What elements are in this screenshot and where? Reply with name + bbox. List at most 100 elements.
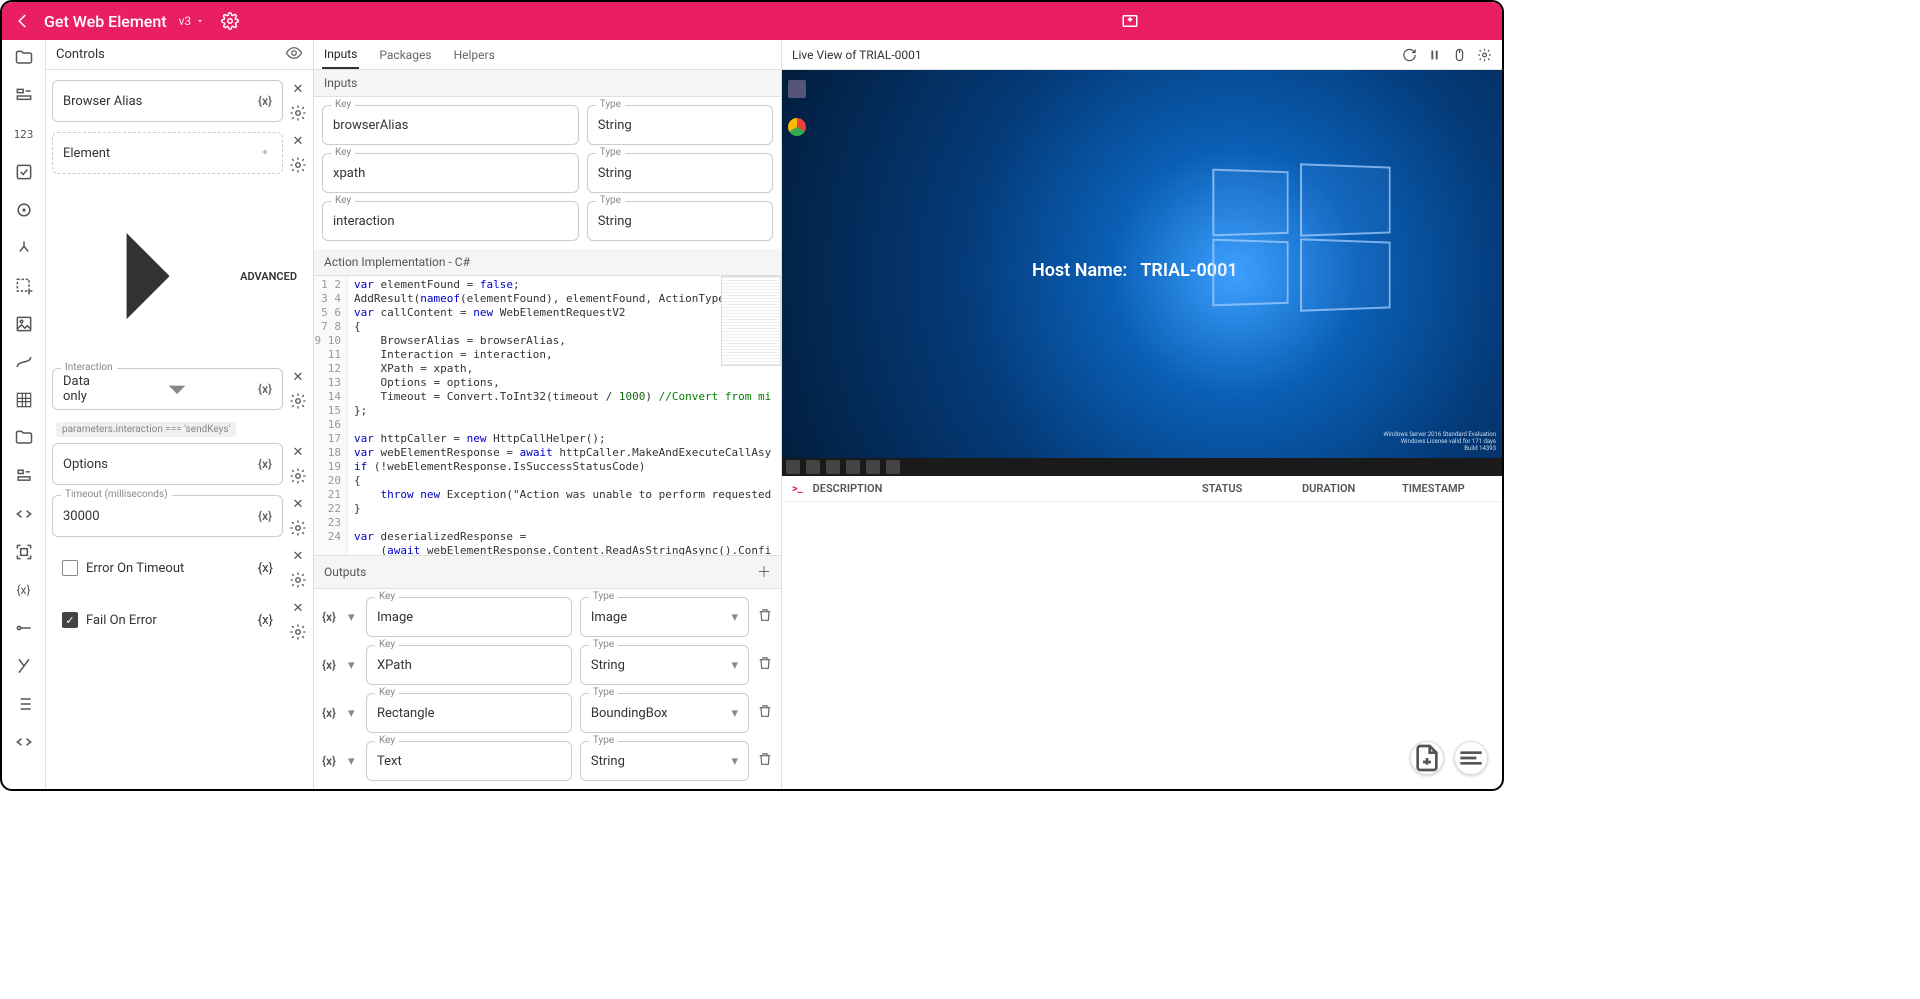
refresh-icon[interactable] <box>1402 46 1417 64</box>
timeout-field[interactable]: Timeout (milliseconds) 30000 {x} <box>52 495 283 537</box>
curve-icon[interactable] <box>14 352 34 372</box>
delete-icon[interactable] <box>757 751 773 771</box>
output-key-field[interactable]: Key Text <box>366 741 572 781</box>
variable-icon[interactable]: {x} <box>14 580 34 600</box>
target-icon[interactable] <box>14 200 34 220</box>
code-icon[interactable] <box>14 504 34 524</box>
input-key-field[interactable]: Key browserAlias <box>322 105 579 145</box>
remove-icon[interactable]: ✕ <box>289 443 307 461</box>
version-selector[interactable]: v3 <box>179 14 206 28</box>
browser-alias-field[interactable]: Browser Alias {x} <box>52 80 283 122</box>
inputs-header: Inputs <box>314 70 781 97</box>
fail-on-error-label: Fail On Error <box>86 613 157 628</box>
menu-fab[interactable] <box>1454 741 1488 775</box>
interaction-float: Interaction <box>61 362 117 373</box>
select-icon[interactable] <box>14 276 34 296</box>
gear-icon[interactable] <box>289 467 307 485</box>
topbar: Get Web Element v3 <box>2 2 1502 40</box>
remove-icon[interactable]: ✕ <box>289 495 307 513</box>
output-type-field[interactable]: Type String ▾ <box>580 741 749 781</box>
condition-hint: parameters.interaction === 'sendKeys' <box>56 422 236 437</box>
mouse-icon[interactable] <box>1452 46 1467 64</box>
checkbox-icon[interactable] <box>62 560 78 576</box>
visibility-icon[interactable] <box>285 44 303 66</box>
delete-icon[interactable] <box>757 655 773 675</box>
chevron-down-icon[interactable]: ▾ <box>731 658 738 673</box>
stack-icon[interactable] <box>14 466 34 486</box>
delete-icon[interactable] <box>757 607 773 627</box>
gear-icon[interactable] <box>289 519 307 537</box>
add-output-icon[interactable]: ＋ <box>757 562 771 582</box>
options-field[interactable]: Options {x} <box>52 443 283 485</box>
chevron-down-icon[interactable]: ▾ <box>348 610 358 625</box>
output-type-field[interactable]: Type BoundingBox ▾ <box>580 693 749 733</box>
gear-icon[interactable] <box>289 623 307 641</box>
document-fab[interactable] <box>1410 741 1444 775</box>
tab-inputs[interactable]: Inputs <box>322 41 359 69</box>
input-key-field[interactable]: Key xpath <box>322 153 579 193</box>
recycle-bin-icon <box>788 80 806 98</box>
output-type-field[interactable]: Type Image ▾ <box>580 597 749 637</box>
windows-logo <box>1232 200 1402 330</box>
gear-icon[interactable] <box>289 571 307 589</box>
fail-on-error-field[interactable]: ✓ Fail On Error {x} <box>52 604 283 636</box>
gear-icon[interactable] <box>289 104 307 122</box>
gear-icon[interactable] <box>289 392 307 410</box>
col-description: DESCRIPTION <box>813 482 883 495</box>
input-type-field[interactable]: Type String <box>587 153 773 193</box>
settings2-icon[interactable] <box>1477 46 1492 64</box>
error-on-timeout-field[interactable]: Error On Timeout {x} <box>52 552 283 584</box>
input-type-field[interactable]: Type String <box>587 105 773 145</box>
scan-icon[interactable] <box>14 542 34 562</box>
output-type-field[interactable]: Type String ▾ <box>580 645 749 685</box>
folder-icon[interactable] <box>14 48 34 68</box>
number-icon[interactable]: 123 <box>14 124 34 144</box>
remove-icon[interactable]: ✕ <box>289 547 307 565</box>
input-type-field[interactable]: Type String <box>587 201 773 241</box>
chevron-down-icon[interactable]: ▾ <box>348 658 358 673</box>
chevron-down-icon[interactable]: ▾ <box>731 754 738 769</box>
input-key-field[interactable]: Key interaction <box>322 201 579 241</box>
remove-icon[interactable]: ✕ <box>289 368 307 386</box>
variable-badge: {x} <box>258 613 273 628</box>
code-editor[interactable]: 1 2 3 4 5 6 7 8 9 10 11 12 13 14 15 16 1… <box>314 276 781 555</box>
remove-icon[interactable]: ✕ <box>289 599 307 617</box>
tab-helpers[interactable]: Helpers <box>452 42 497 68</box>
pause-icon[interactable] <box>1427 46 1442 64</box>
output-key-field[interactable]: Key Rectangle <box>366 693 572 733</box>
branch-icon[interactable] <box>14 238 34 258</box>
settings-icon[interactable] <box>221 12 239 30</box>
layout-icon[interactable] <box>14 86 34 106</box>
chevron-down-icon[interactable]: ▾ <box>731 706 738 721</box>
chevron-down-icon[interactable]: ▾ <box>731 610 738 625</box>
gear-icon[interactable] <box>289 156 307 174</box>
remote-desktop-view[interactable]: Host Name: TRIAL-0001 Windows Server 201… <box>782 70 1502 476</box>
col-timestamp: TIMESTAMP <box>1402 482 1492 495</box>
variable-badge: {x} <box>258 382 272 396</box>
back-button[interactable] <box>14 12 32 30</box>
merge-icon[interactable] <box>14 656 34 676</box>
element-field[interactable]: Element <box>52 132 283 174</box>
switch-icon[interactable] <box>14 618 34 638</box>
checkbox-icon[interactable]: ✓ <box>62 612 78 628</box>
export-icon[interactable] <box>1121 12 1139 30</box>
live-title: Live View of TRIAL-0001 <box>792 48 922 62</box>
interaction-field[interactable]: Interaction Data only {x} <box>52 368 283 410</box>
list-icon[interactable] <box>14 694 34 714</box>
remove-icon[interactable]: ✕ <box>289 132 307 150</box>
output-key-field[interactable]: Key Image <box>366 597 572 637</box>
output-key-field[interactable]: Key XPath <box>366 645 572 685</box>
chevron-down-icon[interactable]: ▾ <box>348 754 358 769</box>
tab-packages[interactable]: Packages <box>377 42 433 68</box>
checkbox-icon[interactable] <box>14 162 34 182</box>
advanced-toggle[interactable]: ADVANCED <box>52 184 307 368</box>
remove-icon[interactable]: ✕ <box>289 80 307 98</box>
image-icon[interactable] <box>14 314 34 334</box>
editor-panel: Inputs Packages Helpers Inputs Key brows… <box>314 40 782 789</box>
chevron-down-icon[interactable]: ▾ <box>348 706 358 721</box>
code2-icon[interactable] <box>14 732 34 752</box>
minimap[interactable] <box>721 276 781 366</box>
delete-icon[interactable] <box>757 703 773 723</box>
folder2-icon[interactable] <box>14 428 34 448</box>
grid-icon[interactable] <box>14 390 34 410</box>
